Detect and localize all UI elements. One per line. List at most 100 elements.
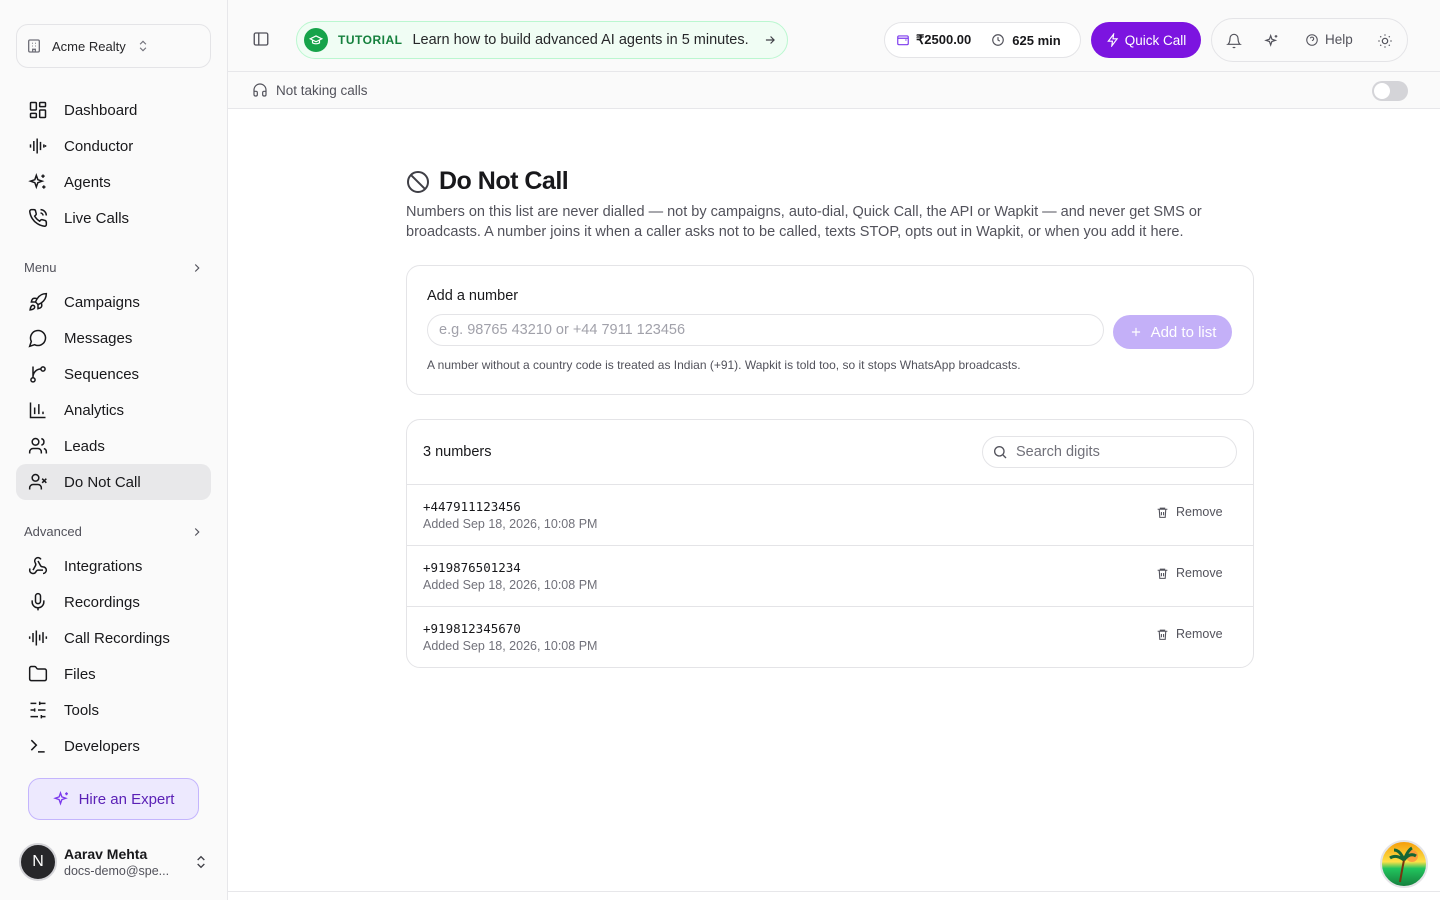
bell-icon[interactable]: [1226, 33, 1242, 49]
remove-button[interactable]: Remove: [1156, 566, 1223, 580]
remove-button[interactable]: Remove: [1156, 505, 1223, 519]
quick-call-button[interactable]: Quick Call: [1091, 22, 1201, 58]
microphone-icon: [31, 592, 45, 611]
avatar: N: [19, 843, 57, 881]
trash-icon: [1157, 568, 1168, 579]
sparkles-icon: [28, 173, 46, 190]
added-date: Added Sep 18, 2026, 10:08 PM: [423, 517, 598, 531]
org-switcher[interactable]: Acme Realty: [16, 24, 211, 68]
sidebar-item-dashboard[interactable]: Dashboard: [16, 92, 211, 128]
menu-section-toggle[interactable]: Menu: [24, 260, 204, 275]
added-date: Added Sep 18, 2026, 10:08 PM: [423, 639, 598, 653]
sidebar-item-live-calls[interactable]: Live Calls: [16, 200, 211, 236]
tutorial-banner[interactable]: TUTORIAL Learn how to build advanced AI …: [296, 21, 788, 59]
add-number-card: Add a number Add to list A number withou…: [406, 265, 1254, 395]
user-name: Aarav Mehta: [64, 846, 148, 862]
remove-label: Remove: [1176, 505, 1223, 519]
sidebar-item-integrations[interactable]: Integrations: [16, 548, 211, 584]
arrow-right-icon: [765, 36, 775, 44]
sparkles-icon[interactable]: [1264, 33, 1280, 49]
sidebar-item-files[interactable]: Files: [16, 656, 211, 692]
sidebar-item-label: Live Calls: [64, 209, 130, 227]
headphones-icon: [253, 83, 267, 97]
sidebar-item-label: Tools: [64, 701, 100, 719]
help-button[interactable]: Help: [1305, 32, 1353, 47]
wallet-icon: [897, 35, 909, 46]
ban-icon: [407, 170, 429, 193]
sidebar-item-developers[interactable]: Developers: [16, 728, 211, 764]
phone-call-icon: [29, 208, 48, 227]
call-status-bar: Not taking calls: [228, 72, 1440, 109]
dashboard-icon: [29, 101, 47, 119]
user-info: Aarav Mehta docs-demo@spe...: [64, 846, 169, 878]
remove-label: Remove: [1176, 627, 1223, 641]
chevron-right-icon: [194, 263, 200, 272]
user-menu[interactable]: N Aarav Mehta docs-demo@spe...: [19, 842, 209, 882]
clock-icon: [992, 34, 1005, 46]
sidebar-item-tools[interactable]: Tools: [16, 692, 211, 728]
chevron-right-icon: [194, 527, 200, 536]
taking-calls-toggle[interactable]: [1372, 81, 1408, 101]
sparkles-icon: [52, 790, 68, 806]
palm-tree-icon: [1389, 846, 1418, 883]
sidebar-item-call-recordings[interactable]: Call Recordings: [16, 620, 211, 656]
folder-icon: [28, 665, 48, 682]
divider: [228, 891, 1440, 892]
plus-icon: [1131, 327, 1140, 337]
user-email: docs-demo@spe...: [64, 864, 170, 878]
topbar: TUTORIAL Learn how to build advanced AI …: [228, 0, 1440, 72]
added-date: Added Sep 18, 2026, 10:08 PM: [423, 578, 598, 592]
add-to-list-label: Add to list: [1150, 323, 1217, 341]
sidebar-item-label: Developers: [64, 737, 140, 755]
user-x-icon: [28, 473, 47, 490]
table-row: +447911123456 Added Sep 18, 2026, 10:08 …: [407, 484, 1253, 545]
terminal-icon: [30, 739, 45, 753]
sidebar-item-label: Do Not Call: [64, 473, 141, 491]
sidebar-item-label: Files: [64, 665, 96, 683]
numbers-list-card: 3 numbers Search digits +447911123456 Ad…: [406, 419, 1254, 668]
phone-number: +919876501234: [423, 560, 521, 575]
sidebar-item-label: Conductor: [64, 137, 134, 155]
sidebar-item-agents[interactable]: Agents: [16, 164, 211, 200]
numbers-count: 3 numbers: [423, 444, 492, 460]
sidebar-toggle-icon[interactable]: [252, 30, 270, 48]
add-to-list-button[interactable]: Add to list: [1113, 315, 1232, 349]
webhook-icon: [28, 556, 47, 575]
audio-lines-icon: [28, 630, 48, 646]
phone-number: +447911123456: [423, 499, 521, 514]
chevrons-up-down-icon: [139, 40, 147, 52]
sidebar-item-label: Analytics: [64, 401, 125, 419]
nav-top: Dashboard Conductor Agents Live Calls: [16, 92, 211, 236]
sidebar-item-conductor[interactable]: Conductor: [16, 128, 211, 164]
hire-expert-button[interactable]: Hire an Expert: [28, 778, 199, 820]
sidebar: Acme Realty Dashboard Conductor Agents L…: [0, 0, 228, 900]
bar-chart-icon: [29, 402, 46, 419]
sidebar-item-label: Campaigns: [64, 293, 140, 311]
help-label: Help: [1325, 32, 1353, 47]
sidebar-item-recordings[interactable]: Recordings: [16, 584, 211, 620]
sidebar-item-leads[interactable]: Leads: [16, 428, 211, 464]
advanced-section-toggle[interactable]: Advanced: [24, 524, 204, 539]
users-icon: [28, 437, 48, 454]
table-row: +919876501234 Added Sep 18, 2026, 10:08 …: [407, 545, 1253, 606]
trash-icon: [1157, 629, 1168, 640]
git-branch-icon: [30, 366, 46, 383]
search-icon: [994, 446, 1007, 459]
search-placeholder: Search digits: [1016, 444, 1100, 460]
remove-label: Remove: [1176, 566, 1223, 580]
remove-button[interactable]: Remove: [1156, 627, 1223, 641]
sidebar-item-do-not-call[interactable]: Do Not Call: [16, 464, 211, 500]
tutorial-tag: TUTORIAL: [338, 33, 403, 47]
sidebar-item-analytics[interactable]: Analytics: [16, 392, 211, 428]
sidebar-item-sequences[interactable]: Sequences: [16, 356, 211, 392]
phone-number-input[interactable]: [427, 314, 1104, 346]
sun-icon[interactable]: [1377, 33, 1393, 49]
phone-number: +919812345670: [423, 621, 521, 636]
topbar-tools: Help: [1211, 18, 1408, 62]
assistant-launcher-icon[interactable]: [1380, 840, 1428, 888]
balance-pill[interactable]: ₹2500.00 625 min: [884, 22, 1081, 58]
search-digits-input[interactable]: Search digits: [982, 436, 1237, 468]
sidebar-item-messages[interactable]: Messages: [16, 320, 211, 356]
sidebar-item-campaigns[interactable]: Campaigns: [16, 284, 211, 320]
page-description: Numbers on this list are never dialled —…: [406, 204, 1202, 240]
